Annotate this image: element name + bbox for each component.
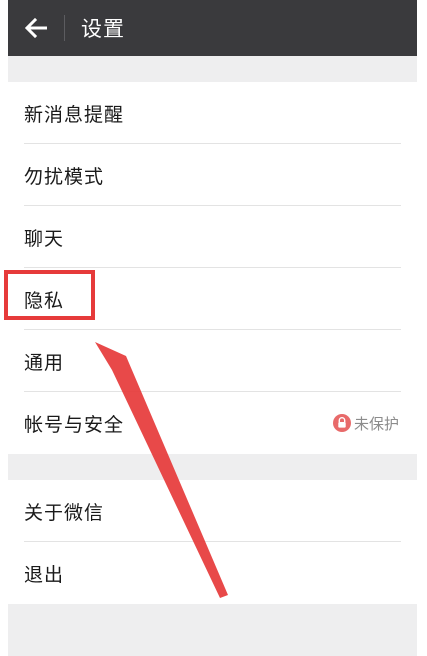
page-title: 设置 [81, 17, 125, 41]
title-divider [64, 15, 65, 41]
settings-item-account-security[interactable]: 帐号与安全 未保护 [8, 392, 417, 454]
account-status-text: 未保护 [353, 414, 399, 433]
lock-icon [332, 414, 351, 432]
settings-item-label: 关于微信 [24, 501, 105, 524]
settings-item-notifications[interactable]: 新消息提醒 [8, 82, 417, 144]
title-bar: 设置 [8, 0, 417, 56]
settings-item-label: 通用 [24, 351, 65, 374]
settings-item-label: 隐私 [24, 289, 65, 312]
settings-item-label: 勿扰模式 [24, 165, 105, 188]
settings-item-label: 帐号与安全 [24, 413, 125, 436]
settings-item-chat[interactable]: 聊天 [8, 206, 417, 268]
arrow-left-icon [25, 18, 47, 38]
settings-item-label: 新消息提醒 [24, 103, 125, 126]
settings-item-about[interactable]: 关于微信 [8, 480, 417, 542]
settings-item-logout[interactable]: 退出 [8, 542, 417, 604]
settings-item-label: 退出 [24, 563, 65, 586]
settings-item-label: 聊天 [24, 227, 65, 250]
settings-group-main: 新消息提醒 勿扰模式 聊天 隐私 通用 帐号与安全 未保护 [8, 82, 417, 454]
settings-item-privacy[interactable]: 隐私 [8, 268, 417, 330]
settings-item-do-not-disturb[interactable]: 勿扰模式 [8, 144, 417, 206]
settings-group-secondary: 关于微信 退出 [8, 480, 417, 604]
back-button[interactable] [8, 0, 64, 56]
settings-item-general[interactable]: 通用 [8, 330, 417, 392]
settings-screen: 设置 新消息提醒 勿扰模式 聊天 隐私 通用 帐号与安全 未保护 关于微信 退出 [8, 0, 417, 656]
account-status: 未保护 [332, 392, 399, 454]
